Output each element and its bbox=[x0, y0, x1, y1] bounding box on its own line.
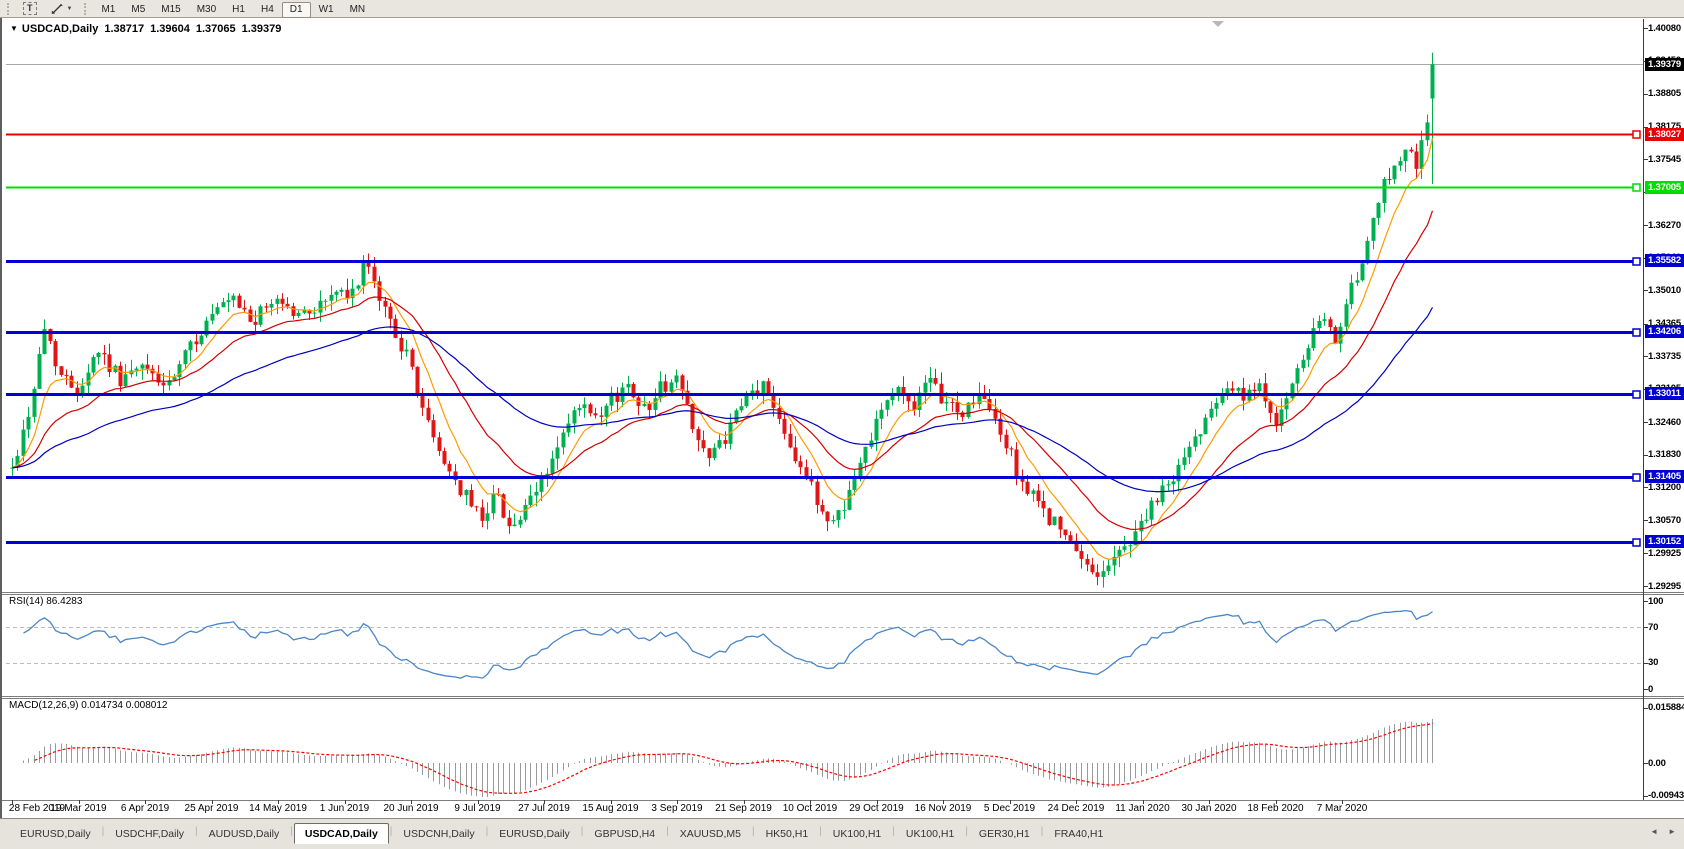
date-axis-label: 18 Feb 2020 bbox=[1241, 803, 1311, 814]
date-axis-label: 1 Jun 2019 bbox=[310, 803, 380, 814]
date-axis-label: 9 Jul 2019 bbox=[443, 803, 513, 814]
date-axis-label: 7 Mar 2020 bbox=[1307, 803, 1377, 814]
price-line-label[interactable]: 1.34206 bbox=[1645, 325, 1684, 338]
collapse-indicator-icon[interactable]: ▼ bbox=[10, 24, 18, 33]
chart-tab-bar: EURUSD,Daily|USDCHF,Daily|AUDUSD,Daily|U… bbox=[0, 818, 1684, 849]
timeframe-button-h4[interactable]: H4 bbox=[253, 2, 282, 18]
ohlc-close: 1.39379 bbox=[242, 23, 282, 35]
rsi-axis-tick-label: 30 bbox=[1648, 657, 1658, 668]
dropdown-caret-icon: ▼ bbox=[67, 6, 73, 12]
diagonal-arrows-icon bbox=[51, 3, 64, 15]
timeframe-button-m5[interactable]: M5 bbox=[123, 2, 153, 18]
date-axis-label: 16 Nov 2019 bbox=[908, 803, 978, 814]
price-line-label[interactable]: 1.31405 bbox=[1645, 470, 1684, 483]
date-axis-label: 21 Sep 2019 bbox=[709, 803, 779, 814]
rsi-indicator-label: RSI(14) 86.4283 bbox=[9, 596, 82, 607]
date-axis-label: 15 Aug 2019 bbox=[576, 803, 646, 814]
chart-tab-hk50-h1[interactable]: HK50,H1 bbox=[756, 824, 819, 843]
ohlc-high: 1.39604 bbox=[150, 23, 190, 35]
chart-tab-eurusd-daily[interactable]: EURUSD,Daily bbox=[489, 824, 580, 843]
chart-tools-button[interactable]: ▼ bbox=[44, 1, 80, 17]
price-axis-tick-label: 1.35010 bbox=[1648, 285, 1681, 296]
price-axis-tick-label: 1.31830 bbox=[1648, 449, 1681, 460]
price-line-label[interactable]: 1.33011 bbox=[1645, 387, 1684, 400]
rsi-axis-tick-label: 0 bbox=[1648, 684, 1653, 695]
symbol-title: USDCAD,Daily bbox=[22, 23, 98, 35]
timeframe-button-h1[interactable]: H1 bbox=[224, 2, 253, 18]
price-line-label[interactable]: 1.35582 bbox=[1645, 254, 1684, 267]
ohlc-open: 1.38717 bbox=[104, 23, 144, 35]
price-axis-tick-label: 1.33735 bbox=[1648, 351, 1681, 362]
date-axis-label: 19 Mar 2019 bbox=[44, 803, 114, 814]
chart-tab-eurusd-daily[interactable]: EURUSD,Daily bbox=[10, 824, 101, 843]
rsi-axis-tick-label: 70 bbox=[1648, 622, 1658, 633]
terminal-root: { "toolbar": { "text_tool": "T", "chart_… bbox=[0, 0, 1684, 849]
tab-scroll-right-icon[interactable]: ► bbox=[1668, 827, 1676, 836]
chart-tab-uk100-h1[interactable]: UK100,H1 bbox=[823, 824, 891, 843]
date-axis-label: 11 Jan 2020 bbox=[1108, 803, 1178, 814]
price-line-label[interactable]: 1.30152 bbox=[1645, 535, 1684, 548]
current-price-label: 1.39379 bbox=[1645, 58, 1684, 71]
date-axis-label: 3 Sep 2019 bbox=[642, 803, 712, 814]
chart-title: ▼ USDCAD,Daily 1.38717 1.39604 1.37065 1.3937… bbox=[10, 23, 281, 35]
chart-tab-audusd-daily[interactable]: AUDUSD,Daily bbox=[199, 824, 290, 843]
timeframe-button-m1[interactable]: M1 bbox=[93, 2, 123, 18]
price-axis-tick-label: 1.36270 bbox=[1648, 220, 1681, 231]
date-axis-label: 24 Dec 2019 bbox=[1041, 803, 1111, 814]
date-axis-label: 14 May 2019 bbox=[243, 803, 313, 814]
date-axis-label: 30 Jan 2020 bbox=[1174, 803, 1244, 814]
date-axis-label: 10 Oct 2019 bbox=[775, 803, 845, 814]
price-line-label[interactable]: 1.38027 bbox=[1645, 128, 1684, 141]
chart-tabs: EURUSD,Daily|USDCHF,Daily|AUDUSD,Daily|U… bbox=[0, 819, 1684, 843]
chart-tab-ger30-h1[interactable]: GER30,H1 bbox=[969, 824, 1040, 843]
macd-axis-tick-label: 0.015884 bbox=[1648, 702, 1684, 713]
toolbar-gripper bbox=[84, 3, 88, 15]
date-axis-label: 20 Jun 2019 bbox=[376, 803, 446, 814]
price-axis-tick-label: 1.37545 bbox=[1648, 154, 1681, 165]
tab-scroll-left-icon[interactable]: ◄ bbox=[1650, 827, 1658, 836]
price-axis-tick-label: 1.31200 bbox=[1648, 482, 1681, 493]
rsi-axis-tick-label: 100 bbox=[1648, 596, 1663, 607]
price-axis-tick-label: 1.32460 bbox=[1648, 417, 1681, 428]
text-tool-icon: T bbox=[23, 2, 37, 15]
text-tool-button[interactable]: T bbox=[16, 1, 44, 17]
date-axis-label: 5 Dec 2019 bbox=[975, 803, 1045, 814]
macd-axis-tick-label: -0.009437 bbox=[1648, 790, 1684, 801]
chart-window bbox=[0, 18, 1684, 818]
chart-tab-usdcad-daily[interactable]: USDCAD,Daily bbox=[294, 823, 389, 844]
timeframe-button-d1[interactable]: D1 bbox=[282, 2, 311, 18]
chart-tab-uk100-h1[interactable]: UK100,H1 bbox=[896, 824, 964, 843]
timeframe-button-mn[interactable]: MN bbox=[342, 2, 374, 18]
price-axis-tick-label: 1.29295 bbox=[1648, 581, 1681, 592]
chart-tab-usdchf-daily[interactable]: USDCHF,Daily bbox=[105, 824, 194, 843]
price-line-label[interactable]: 1.37005 bbox=[1645, 181, 1684, 194]
chart-tab-fra40-h1[interactable]: FRA40,H1 bbox=[1044, 824, 1113, 843]
chart-tab-xauusd-m5[interactable]: XAUUSD,M5 bbox=[670, 824, 751, 843]
date-axis-label: 25 Apr 2019 bbox=[177, 803, 247, 814]
date-axis-label: 27 Jul 2019 bbox=[509, 803, 579, 814]
tab-scroll-controls: ◄ ► bbox=[1650, 827, 1676, 836]
chart-tab-gbpusd-h4[interactable]: GBPUSD,H4 bbox=[584, 824, 665, 843]
top-toolbar: T ▼ M1M5M15M30H1H4D1W1MN bbox=[0, 0, 1684, 18]
timeframe-button-group: M1M5M15M30H1H4D1W1MN bbox=[93, 0, 373, 18]
macd-indicator-label: MACD(12,26,9) 0.014734 0.008012 bbox=[9, 700, 167, 711]
price-axis-tick-label: 1.40080 bbox=[1648, 23, 1681, 34]
date-axis-label: 6 Apr 2019 bbox=[110, 803, 180, 814]
macd-axis-tick-label: 0.00 bbox=[1648, 758, 1666, 769]
timeframe-button-m30[interactable]: M30 bbox=[189, 2, 224, 18]
price-axis-tick-label: 1.29925 bbox=[1648, 548, 1681, 559]
timeframe-button-w1[interactable]: W1 bbox=[311, 2, 342, 18]
price-axis-tick-label: 1.38805 bbox=[1648, 88, 1681, 99]
chart-tab-usdcnh-daily[interactable]: USDCNH,Daily bbox=[393, 824, 484, 843]
toolbar-gripper bbox=[7, 3, 11, 15]
ohlc-low: 1.37065 bbox=[196, 23, 236, 35]
price-axis-tick-label: 1.30570 bbox=[1648, 515, 1681, 526]
date-axis-label: 29 Oct 2019 bbox=[842, 803, 912, 814]
timeframe-button-m15[interactable]: M15 bbox=[153, 2, 188, 18]
